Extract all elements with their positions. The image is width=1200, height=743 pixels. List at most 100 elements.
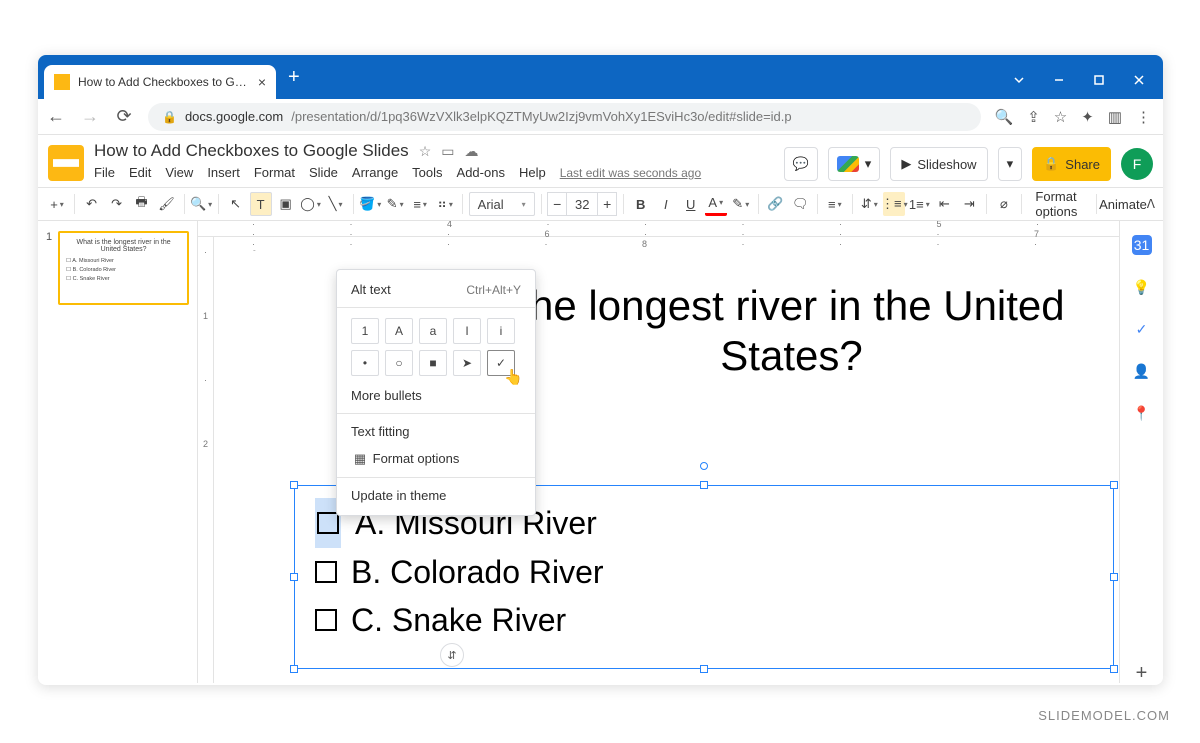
ctx-text-fitting[interactable]: Text fitting bbox=[337, 418, 535, 445]
collapse-toolbar-icon[interactable]: ᐱ bbox=[1147, 197, 1155, 211]
font-size-plus[interactable]: + bbox=[597, 192, 617, 216]
close-tab-icon[interactable]: × bbox=[258, 74, 266, 90]
comments-button[interactable]: 💬 bbox=[784, 147, 818, 181]
slide-title-text[interactable]: the longest river in the United States? bbox=[504, 281, 1079, 382]
menu-tools[interactable]: Tools bbox=[412, 165, 442, 180]
autofit-button[interactable]: ⇵ bbox=[440, 643, 464, 667]
textbox-tool[interactable]: T bbox=[250, 192, 272, 216]
zoom-icon[interactable]: 🔍 bbox=[995, 108, 1014, 126]
font-size-value[interactable]: 32 bbox=[567, 192, 597, 216]
image-tool[interactable]: ▣ bbox=[275, 192, 297, 216]
select-tool[interactable]: ↖ bbox=[225, 192, 247, 216]
slides-logo-icon[interactable] bbox=[48, 145, 84, 181]
cloud-icon[interactable]: ☁ bbox=[464, 143, 478, 160]
bullet-preset-circle[interactable]: ○ bbox=[385, 350, 413, 376]
paint-format-button[interactable]: 🖌 bbox=[156, 192, 178, 216]
keep-icon[interactable]: 💡 bbox=[1132, 277, 1152, 297]
num-preset-1[interactable]: 1 bbox=[351, 318, 379, 344]
underline-button[interactable]: U bbox=[680, 192, 702, 216]
zoom-button[interactable]: 🔍 bbox=[190, 192, 212, 216]
format-options-button[interactable]: Format options bbox=[1027, 192, 1089, 216]
clear-format[interactable]: ⌀ bbox=[993, 192, 1015, 216]
menu-file[interactable]: File bbox=[94, 165, 115, 180]
text-color[interactable]: A bbox=[705, 192, 727, 216]
minimize-icon[interactable] bbox=[1053, 73, 1065, 89]
maximize-icon[interactable] bbox=[1093, 73, 1105, 89]
resize-handle[interactable] bbox=[290, 665, 298, 673]
insert-link[interactable]: 🔗 bbox=[764, 192, 786, 216]
share-button[interactable]: 🔒 Share bbox=[1032, 147, 1111, 181]
menu-addons[interactable]: Add-ons bbox=[457, 165, 505, 180]
rotate-handle[interactable] bbox=[700, 462, 708, 470]
resize-handle[interactable] bbox=[1110, 573, 1118, 581]
num-preset-i[interactable]: i bbox=[487, 318, 515, 344]
animate-button[interactable]: Animate bbox=[1102, 192, 1143, 216]
border-weight[interactable]: ≡ bbox=[409, 192, 431, 216]
filmstrip[interactable]: 1 What is the longest river in the Unite… bbox=[38, 221, 198, 683]
resize-handle[interactable] bbox=[700, 665, 708, 673]
highlight-color[interactable]: ✎ bbox=[730, 192, 752, 216]
back-button[interactable]: ← bbox=[46, 106, 66, 127]
last-edit-text[interactable]: Last edit was seconds ago bbox=[560, 166, 701, 180]
menu-view[interactable]: View bbox=[165, 165, 193, 180]
tasks-icon[interactable]: ✓ bbox=[1132, 319, 1152, 339]
redo-button[interactable]: ↷ bbox=[106, 192, 128, 216]
bold-button[interactable]: B bbox=[630, 192, 652, 216]
ctx-format-options[interactable]: ▦ Format options bbox=[337, 445, 535, 473]
ctx-more-bullets[interactable]: More bullets bbox=[337, 382, 535, 409]
contacts-icon[interactable]: 👤 bbox=[1132, 361, 1152, 381]
resize-handle[interactable] bbox=[1110, 481, 1118, 489]
kebab-menu-icon[interactable]: ⋮ bbox=[1136, 108, 1151, 126]
fill-color[interactable]: 🪣 bbox=[359, 192, 381, 216]
ctx-update-theme[interactable]: Update in theme bbox=[337, 482, 535, 509]
meet-button[interactable]: ▾ bbox=[828, 147, 881, 181]
ctx-alt-text[interactable]: Alt textCtrl+Alt+Y bbox=[337, 276, 535, 303]
bookmark-icon[interactable]: ☆ bbox=[1054, 108, 1067, 126]
increase-indent[interactable]: ⇥ bbox=[958, 192, 980, 216]
menu-slide[interactable]: Slide bbox=[309, 165, 338, 180]
menu-edit[interactable]: Edit bbox=[129, 165, 151, 180]
decrease-indent[interactable]: ⇤ bbox=[933, 192, 955, 216]
font-size[interactable]: − 32 + bbox=[547, 192, 617, 216]
reload-button[interactable]: ⟳ bbox=[114, 106, 134, 127]
new-tab-button[interactable]: + bbox=[276, 60, 312, 95]
add-comment[interactable]: 🗨 bbox=[789, 192, 811, 216]
bullet-preset-square[interactable]: ■ bbox=[419, 350, 447, 376]
num-preset-A[interactable]: A bbox=[385, 318, 413, 344]
menu-insert[interactable]: Insert bbox=[207, 165, 240, 180]
shape-tool[interactable]: ◯ bbox=[300, 192, 322, 216]
maps-icon[interactable]: 📍 bbox=[1132, 403, 1152, 423]
resize-handle[interactable] bbox=[700, 481, 708, 489]
url-input[interactable]: 🔒 docs.google.com/presentation/d/1pq36Wz… bbox=[148, 103, 981, 131]
resize-handle[interactable] bbox=[1110, 665, 1118, 673]
browser-tab[interactable]: How to Add Checkboxes to Goo… × bbox=[44, 65, 276, 99]
sidepanel-icon[interactable]: ▥ bbox=[1108, 108, 1122, 126]
menu-help[interactable]: Help bbox=[519, 165, 546, 180]
bulleted-list[interactable]: ⋮≡ bbox=[883, 192, 905, 216]
menu-arrange[interactable]: Arrange bbox=[352, 165, 398, 180]
star-icon[interactable]: ☆ bbox=[419, 143, 432, 160]
resize-handle[interactable] bbox=[290, 573, 298, 581]
bullet-preset-check[interactable]: ✓ bbox=[487, 350, 515, 376]
chevron-down-icon[interactable] bbox=[1013, 73, 1025, 89]
slideshow-button[interactable]: ▶ Slideshow bbox=[890, 147, 987, 181]
border-color[interactable]: ✎ bbox=[384, 192, 406, 216]
account-avatar[interactable]: F bbox=[1121, 148, 1153, 180]
bullet-preset-disc[interactable]: • bbox=[351, 350, 379, 376]
border-dash[interactable]: ⠶ bbox=[434, 192, 456, 216]
font-size-minus[interactable]: − bbox=[547, 192, 567, 216]
extensions-icon[interactable]: ✦ bbox=[1081, 108, 1094, 126]
print-button[interactable]: 🖶 bbox=[131, 192, 153, 216]
close-window-icon[interactable] bbox=[1133, 73, 1145, 89]
numbered-list[interactable]: 1≡ bbox=[908, 192, 930, 216]
new-slide-button[interactable]: + bbox=[46, 192, 68, 216]
font-select[interactable]: Arial bbox=[469, 192, 535, 216]
add-panel-icon[interactable]: + bbox=[1132, 663, 1152, 683]
num-preset-a[interactable]: a bbox=[419, 318, 447, 344]
undo-button[interactable]: ↶ bbox=[81, 192, 103, 216]
menu-format[interactable]: Format bbox=[254, 165, 295, 180]
slideshow-dropdown[interactable]: ▾ bbox=[998, 147, 1023, 181]
bullet-preset-arrow[interactable]: ➤ bbox=[453, 350, 481, 376]
slide-thumbnail[interactable]: What is the longest river in the United … bbox=[58, 231, 189, 305]
share-page-icon[interactable]: ⇪ bbox=[1027, 108, 1040, 126]
